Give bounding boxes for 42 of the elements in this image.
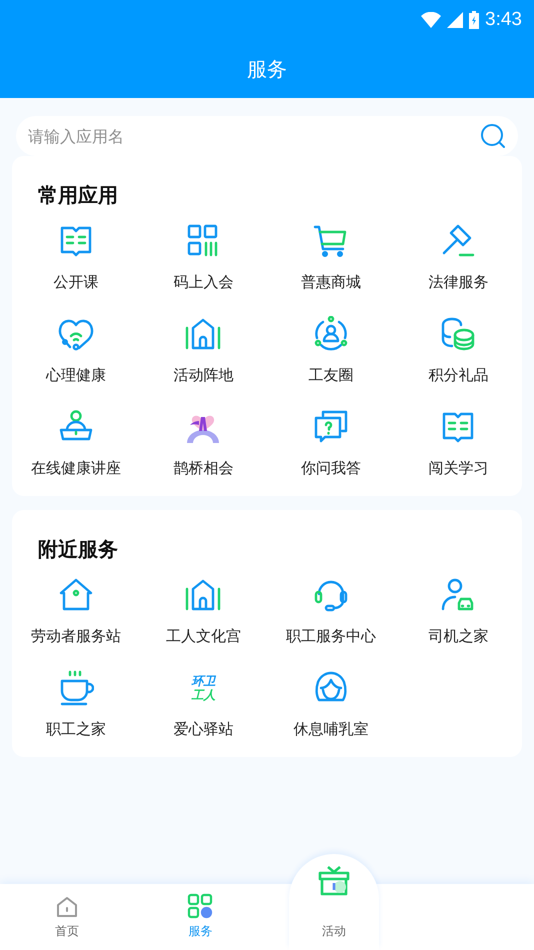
app-label[interactable]: 你问我答 <box>300 459 361 478</box>
app-label[interactable]: 司机之家 <box>428 627 488 646</box>
app-label[interactable]: 法律服务 <box>428 273 488 292</box>
app-label[interactable]: 公开课 <box>53 273 98 292</box>
coins-icon <box>440 316 476 352</box>
app-label[interactable]: 鹊桥相会 <box>173 459 234 478</box>
gavel-icon <box>440 223 476 259</box>
question-chat-icon <box>312 409 349 445</box>
house-icon <box>185 577 222 613</box>
app-label[interactable]: 普惠商城 <box>300 273 361 292</box>
app-label[interactable]: 职工服务中心 <box>286 627 376 646</box>
app-label[interactable]: 休息哺乳室 <box>293 720 368 739</box>
app-label[interactable]: 心理健康 <box>46 366 106 385</box>
page-title: 服务 <box>247 56 287 83</box>
signal-icon <box>447 12 464 28</box>
app-label[interactable]: 码上入会 <box>173 273 234 292</box>
app-label[interactable]: 爱心驿站 <box>173 720 234 739</box>
gift-icon <box>318 864 350 896</box>
app-label[interactable]: 积分礼品 <box>428 366 488 385</box>
app-label[interactable]: 活动阵地 <box>173 366 234 385</box>
section-title: 附近服务 <box>38 536 119 563</box>
home-icon <box>54 895 79 919</box>
sanitation-worker-logo: 环卫 工人 <box>191 674 216 702</box>
search-icon[interactable] <box>480 123 506 149</box>
house-icon <box>58 577 94 613</box>
status-time: 3:43 <box>485 9 522 31</box>
house-icon <box>185 316 222 352</box>
wifi-icon <box>421 12 442 28</box>
battery-icon <box>469 11 480 29</box>
people-circle-icon <box>312 316 349 352</box>
app-label[interactable]: 闯关学习 <box>428 459 488 478</box>
search-field[interactable]: 请输入应用名 <box>16 116 518 156</box>
cart-icon <box>312 223 349 259</box>
tab[interactable]: 活动 <box>288 854 379 950</box>
app-label[interactable]: 职工之家 <box>46 720 106 739</box>
grid-icon <box>187 893 214 919</box>
app-label[interactable]: 工友圈 <box>308 366 354 385</box>
app-label[interactable]: 在线健康讲座 <box>30 459 121 478</box>
tab[interactable]: 首页 <box>0 884 134 950</box>
section-title: 常用应用 <box>38 182 119 209</box>
app-label[interactable]: 劳动者服务站 <box>30 627 121 646</box>
app-label[interactable]: 工人文化宫 <box>166 627 241 646</box>
